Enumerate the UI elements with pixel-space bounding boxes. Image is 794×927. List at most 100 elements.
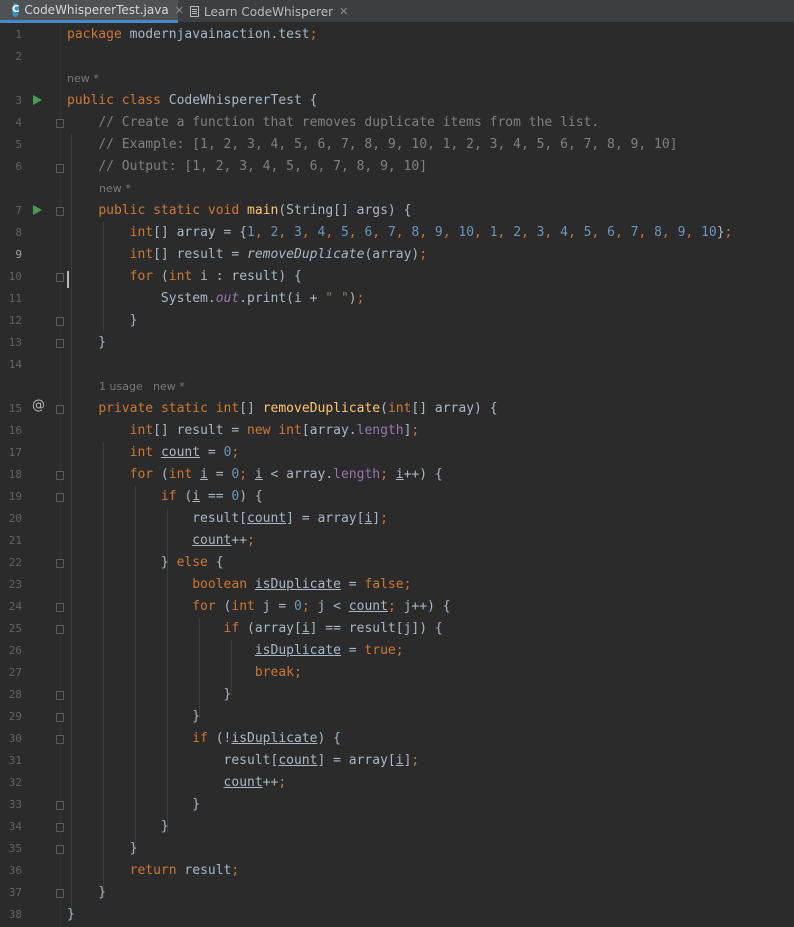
line-number: 12 — [8, 314, 22, 327]
fold-icon[interactable] — [56, 625, 64, 634]
line-number: 28 — [8, 688, 22, 701]
line-number: 1 — [15, 28, 22, 41]
code-line[interactable]: } — [67, 816, 169, 838]
code-line[interactable]: private static int[] removeDuplicate(int… — [67, 398, 497, 420]
code-line[interactable]: break; — [67, 662, 302, 684]
code-line[interactable]: for (int i : result) { — [67, 266, 302, 288]
fold-icon[interactable] — [56, 317, 64, 326]
code-line[interactable]: int[] array = {1, 2, 3, 4, 5, 6, 7, 8, 9… — [67, 222, 733, 244]
code-line[interactable]: result[count] = array[i]; — [67, 508, 388, 530]
line-number: 22 — [8, 556, 22, 569]
fold-icon[interactable] — [56, 735, 64, 744]
code-line[interactable]: package modernjavainaction.test; — [67, 24, 317, 46]
line-number: 4 — [15, 116, 22, 129]
fold-icon[interactable] — [56, 471, 64, 480]
usage-hint[interactable]: 1 usage — [99, 380, 143, 393]
line-number: 10 — [8, 270, 22, 283]
code-line[interactable]: // Output: [1, 2, 3, 4, 5, 6, 7, 8, 9, 1… — [67, 156, 427, 178]
line-number: 18 — [8, 468, 22, 481]
line-number: 15 — [8, 402, 22, 415]
line-number: 24 — [8, 600, 22, 613]
code-line[interactable]: if (i == 0) { — [67, 486, 263, 508]
code-line[interactable]: System.out.print(i + " "); — [67, 288, 365, 310]
code-line[interactable]: } — [67, 310, 138, 332]
line-number: 3 — [15, 94, 22, 107]
line-number: 26 — [8, 644, 22, 657]
code-editor[interactable]: 1 2 3 4 5 6 7 8 9 10 11 12 13 14 15 16 1… — [0, 24, 794, 927]
code-line[interactable]: } — [67, 882, 106, 904]
line-number: 34 — [8, 820, 22, 833]
line-number: 31 — [8, 754, 22, 767]
code-line[interactable]: for (int i = 0; i < array.length; i++) { — [67, 464, 443, 486]
code-line[interactable]: int[] result = new int[array.length]; — [67, 420, 420, 442]
author-hint[interactable]: new * — [99, 182, 131, 195]
code-line[interactable]: boolean isDuplicate = false; — [67, 574, 411, 596]
code-line[interactable]: } — [67, 332, 106, 354]
code-line[interactable]: } — [67, 684, 232, 706]
author-hint[interactable]: new * — [67, 72, 99, 85]
line-number: 2 — [15, 50, 22, 63]
fold-icon[interactable] — [56, 691, 64, 700]
line-number: 19 — [8, 490, 22, 503]
code-line[interactable]: if (!isDuplicate) { — [67, 728, 341, 750]
code-line[interactable]: public static void main(String[] args) { — [67, 200, 411, 222]
java-class-icon: C — [12, 3, 20, 17]
fold-icon[interactable] — [56, 119, 64, 128]
line-number: 17 — [8, 446, 22, 459]
code-line[interactable]: } else { — [67, 552, 224, 574]
fold-icon[interactable] — [56, 164, 64, 173]
author-hint[interactable]: new * — [153, 380, 185, 393]
code-line[interactable]: } — [67, 706, 200, 728]
code-line[interactable]: count++; — [67, 530, 255, 552]
close-icon[interactable]: ✕ — [175, 4, 184, 17]
line-number: 33 — [8, 798, 22, 811]
code-line[interactable]: // Example: [1, 2, 3, 4, 5, 6, 7, 8, 9, … — [67, 134, 677, 156]
line-number: 5 — [15, 138, 22, 151]
code-line[interactable]: int count = 0; — [67, 442, 240, 464]
fold-icon[interactable] — [56, 801, 64, 810]
fold-icon[interactable] — [56, 559, 64, 568]
code-line[interactable]: // Create a function that removes duplic… — [67, 112, 599, 134]
code-line[interactable]: for (int j = 0; j < count; j++) { — [67, 596, 450, 618]
fold-icon[interactable] — [56, 823, 64, 832]
fold-icon[interactable] — [56, 273, 64, 282]
annotation-at-icon[interactable]: @ — [32, 398, 45, 413]
tab-learn-codewhisperer[interactable]: Learn CodeWhisperer ✕ — [190, 0, 348, 23]
run-class-icon[interactable] — [33, 95, 42, 105]
tab-label: Learn CodeWhisperer — [204, 4, 334, 19]
fold-icon[interactable] — [56, 493, 64, 502]
document-icon — [190, 6, 199, 17]
code-line[interactable]: return result; — [67, 860, 240, 882]
line-number-current: 9 — [15, 248, 22, 261]
code-line[interactable]: isDuplicate = true; — [67, 640, 404, 662]
code-line[interactable]: } — [67, 838, 138, 860]
line-number: 16 — [8, 424, 22, 437]
code-line[interactable]: count++; — [67, 772, 287, 794]
editor-tab-bar: C CodeWhispererTest.java ✕ Learn CodeWhi… — [0, 0, 794, 23]
code-line[interactable]: } — [67, 904, 75, 926]
line-number: 20 — [8, 512, 22, 525]
line-number: 11 — [8, 292, 22, 305]
code-line[interactable]: result[count] = array[i]; — [67, 750, 420, 772]
code-line[interactable]: } — [67, 794, 200, 816]
line-number: 6 — [15, 160, 22, 173]
fold-icon[interactable] — [56, 889, 64, 898]
fold-icon[interactable] — [56, 713, 64, 722]
line-number: 27 — [8, 666, 22, 679]
code-line[interactable]: int[] result = removeDuplicate(array); — [67, 244, 427, 266]
text-caret — [67, 271, 69, 288]
line-number: 14 — [8, 358, 22, 371]
fold-icon[interactable] — [56, 405, 64, 414]
code-line[interactable]: public class CodeWhispererTest { — [67, 90, 317, 112]
fold-icon[interactable] — [56, 339, 64, 348]
line-number: 7 — [15, 204, 22, 217]
line-number: 36 — [8, 864, 22, 877]
run-main-icon[interactable] — [33, 205, 42, 215]
fold-icon[interactable] — [56, 845, 64, 854]
tab-codewhisperertest[interactable]: C CodeWhispererTest.java ✕ — [0, 0, 184, 23]
line-number: 23 — [8, 578, 22, 591]
fold-icon[interactable] — [56, 207, 64, 216]
code-line[interactable]: if (array[i] == result[j]) { — [67, 618, 443, 640]
close-icon[interactable]: ✕ — [339, 5, 348, 18]
fold-icon[interactable] — [56, 603, 64, 612]
